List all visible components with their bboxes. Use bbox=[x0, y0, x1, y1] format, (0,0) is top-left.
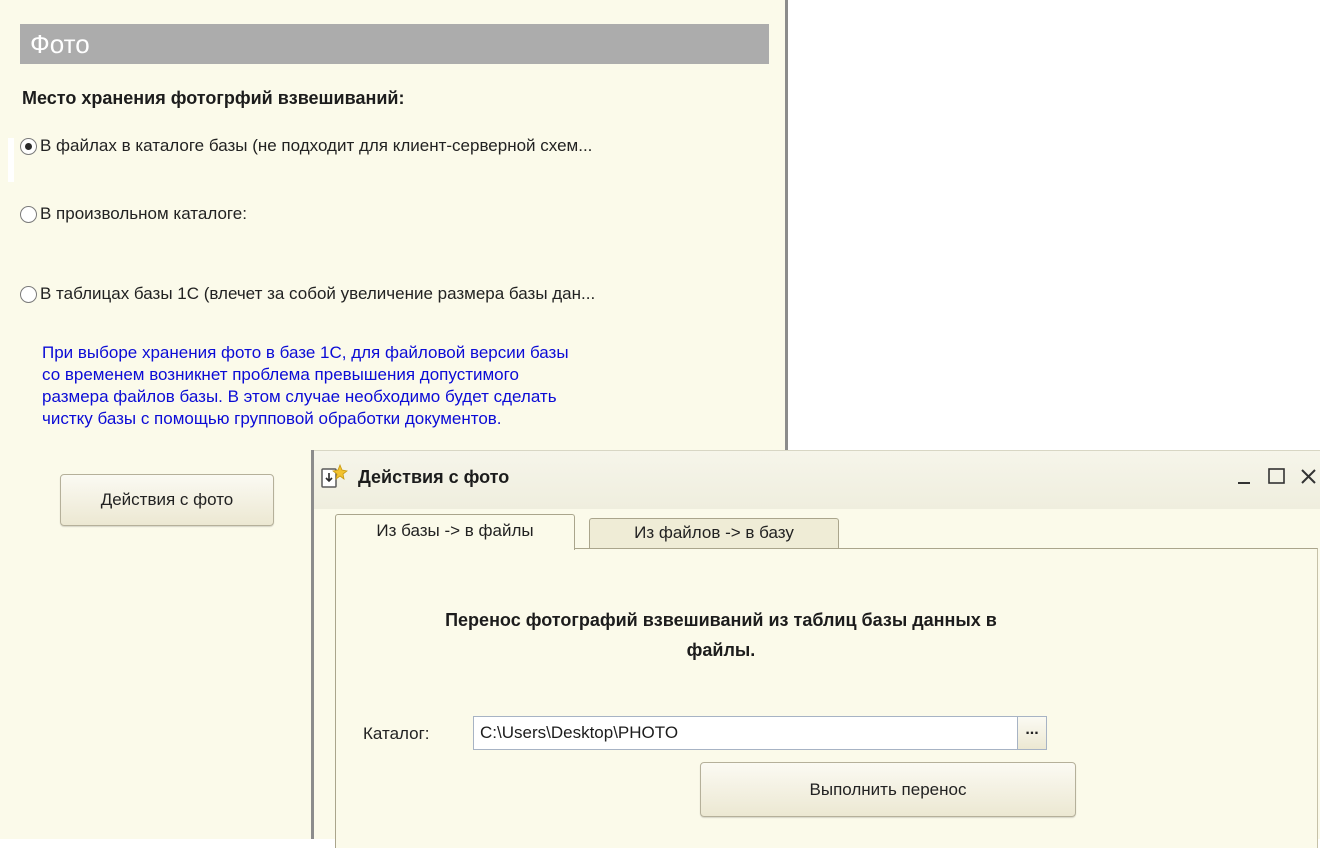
catalog-label: Каталог: bbox=[363, 724, 430, 743]
radio-button-checked[interactable] bbox=[20, 137, 37, 155]
storage-info-note: При выборе хранения фото в базе 1С, для … bbox=[42, 342, 742, 430]
storage-option-label: В файлах в каталоге базы (не подходит дл… bbox=[40, 136, 593, 155]
tab-pane-db-to-files: Перенос фотографий взвешиваний из таблиц… bbox=[335, 548, 1318, 848]
storage-option-label: В таблицах базы 1С (влечет за собой увел… bbox=[40, 284, 596, 303]
info-note-line: чистку базы с помощью групповой обработк… bbox=[42, 409, 502, 428]
form-icon bbox=[321, 463, 348, 488]
section-title: Фото bbox=[20, 24, 769, 64]
info-note-line: При выборе хранения фото в базе 1С, для … bbox=[42, 343, 569, 362]
catalog-field[interactable]: C:\Users\Desktop\PHOTO ... bbox=[473, 716, 1047, 750]
dialog-titlebar[interactable]: Действия с фото bbox=[314, 450, 1320, 509]
storage-option-custom-folder[interactable]: В произвольном каталоге: bbox=[20, 204, 247, 224]
transfer-title: Перенос фотографий взвешиваний из таблиц… bbox=[336, 605, 1106, 665]
storage-option-db-folder[interactable]: В файлах в каталоге базы (не подходит дл… bbox=[20, 136, 592, 156]
storage-group-label: Место хранения фотогрфий взвешиваний: bbox=[22, 88, 405, 108]
photo-actions-button[interactable]: Действия с фото bbox=[60, 474, 274, 526]
maximize-icon[interactable] bbox=[1266, 463, 1288, 489]
info-note-line: со временем возникнет проблема превышени… bbox=[42, 365, 519, 384]
radio-button[interactable] bbox=[20, 205, 37, 223]
window-controls bbox=[1234, 463, 1320, 489]
storage-option-db-tables[interactable]: В таблицах базы 1С (влечет за собой увел… bbox=[20, 284, 595, 304]
radio-button[interactable] bbox=[20, 285, 37, 303]
close-icon[interactable] bbox=[1298, 463, 1320, 489]
photo-actions-dialog: Действия с фото Из базы -> в файлы Из фа… bbox=[311, 450, 1320, 848]
browse-button[interactable]: ... bbox=[1017, 717, 1046, 749]
run-transfer-button[interactable]: Выполнить перенос bbox=[700, 762, 1076, 817]
focus-marker bbox=[8, 138, 14, 182]
transfer-title-line: Перенос фотографий взвешиваний из таблиц… bbox=[445, 610, 997, 630]
tab-files-to-db[interactable]: Из файлов -> в базу bbox=[589, 518, 839, 548]
catalog-path-value[interactable]: C:\Users\Desktop\PHOTO bbox=[474, 723, 1017, 743]
transfer-title-line: файлы. bbox=[686, 640, 756, 660]
dialog-title: Действия с фото bbox=[358, 467, 510, 487]
info-note-line: размера файлов базы. В этом случае необх… bbox=[42, 387, 557, 406]
storage-option-label: В произвольном каталоге: bbox=[40, 204, 247, 223]
tab-db-to-files[interactable]: Из базы -> в файлы bbox=[335, 514, 575, 550]
minimize-icon[interactable] bbox=[1234, 463, 1256, 489]
